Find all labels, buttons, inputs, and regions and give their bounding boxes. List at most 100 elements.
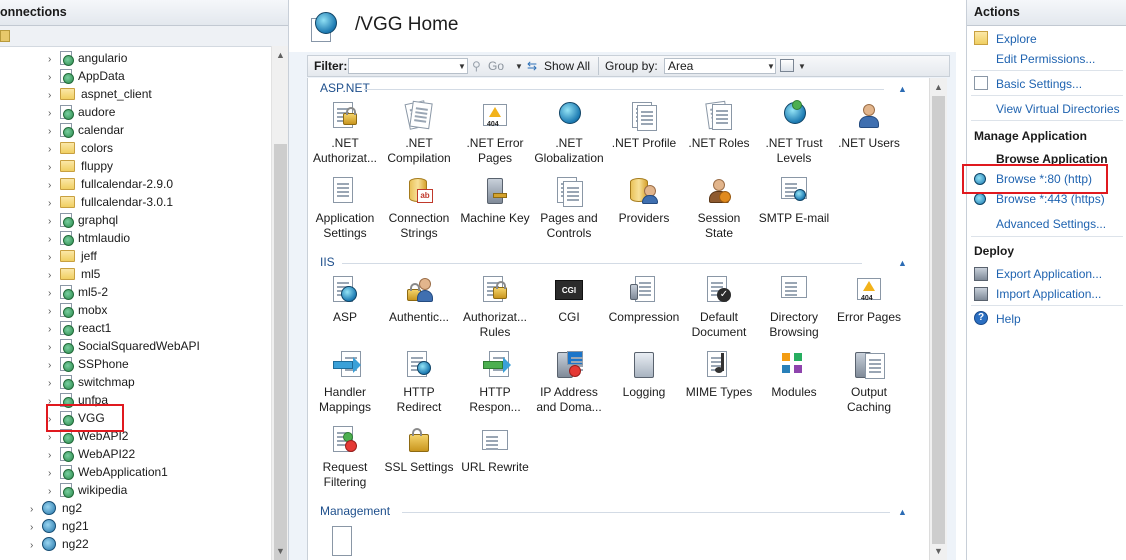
- collapse-management-icon[interactable]: ▲: [898, 507, 907, 517]
- tree-site-ng22[interactable]: › ng22: [30, 535, 89, 553]
- scroll-up-icon[interactable]: ▲: [934, 82, 943, 92]
- feature-application-settings[interactable]: Application Settings: [308, 175, 382, 241]
- connections-scrollbar[interactable]: ▲ ▼: [271, 46, 288, 560]
- section-management-title[interactable]: Management: [320, 504, 390, 518]
- feature-label: .NET Globalization: [534, 136, 604, 165]
- feature-net-roles[interactable]: .NET Roles: [682, 100, 756, 151]
- import-application-link[interactable]: Import Application...: [996, 287, 1101, 301]
- feature-net-authorizat[interactable]: .NET Authorizat...: [308, 100, 382, 166]
- feature-ip-address-and-doma[interactable]: IP Address and Doma...: [532, 349, 606, 415]
- globe-doc-icon: [60, 284, 74, 300]
- scroll-down-icon[interactable]: ▼: [934, 546, 943, 556]
- feature-net-error-pages[interactable]: .NET Error Pages: [458, 100, 532, 166]
- tree-node-fullcalendar-3-0-1[interactable]: › fullcalendar-3.0.1: [48, 193, 173, 211]
- folder-icon[interactable]: [0, 30, 10, 42]
- chevron-down-icon[interactable]: ▼: [767, 62, 775, 71]
- feature-smtp-e-mail[interactable]: SMTP E-mail: [757, 175, 831, 226]
- tree-node-fluppy[interactable]: › fluppy: [48, 157, 113, 175]
- tree-node-socialsquaredwebapi[interactable]: › SocialSquaredWebAPI: [48, 337, 200, 355]
- section-aspnet-title[interactable]: ASP.NET: [320, 81, 370, 95]
- scrollbar-thumb[interactable]: [274, 144, 287, 560]
- tree-site-ng2[interactable]: › ng2: [30, 499, 82, 517]
- tree-node-ml5[interactable]: › ml5: [48, 265, 100, 283]
- feature-label: SMTP E-mail: [758, 211, 830, 225]
- go-button[interactable]: Go: [488, 59, 504, 73]
- feature-asp[interactable]: ASP: [308, 274, 382, 325]
- feature-output-caching[interactable]: Output Caching: [832, 349, 906, 415]
- feature-session-state[interactable]: Session State: [682, 175, 756, 241]
- tree-node-ssphone[interactable]: › SSPhone: [48, 355, 129, 373]
- collapse-aspnet-icon[interactable]: ▲: [898, 84, 907, 94]
- chevron-down-icon[interactable]: ▼: [515, 62, 523, 71]
- chevron-down-icon[interactable]: ▼: [798, 62, 806, 71]
- tree-node-react1[interactable]: › react1: [48, 319, 111, 337]
- feature-authorizat-rules[interactable]: Authorizat... Rules: [458, 274, 532, 340]
- view-icon[interactable]: [780, 59, 794, 72]
- feature-default-document[interactable]: ✓ Default Document: [682, 274, 756, 340]
- feature-net-trust-levels[interactable]: .NET Trust Levels: [757, 100, 831, 166]
- feature-net-profile[interactable]: .NET Profile: [607, 100, 681, 151]
- management-feature-icon[interactable]: [332, 526, 352, 556]
- feature-directory-browsing[interactable]: Directory Browsing: [757, 274, 831, 340]
- scrollbar-thumb[interactable]: [932, 96, 945, 544]
- edit-permissions-link[interactable]: Edit Permissions...: [996, 52, 1095, 66]
- tree-node-calendar[interactable]: › calendar: [48, 121, 124, 139]
- tree-node-webapi22[interactable]: › WebAPI22: [48, 445, 135, 463]
- tree-node-webapplication1[interactable]: › WebApplication1: [48, 463, 168, 481]
- group-by-select[interactable]: Area: [664, 58, 776, 74]
- tree-node-htmlaudio[interactable]: › htmlaudio: [48, 229, 130, 247]
- feature-machine-key[interactable]: Machine Key: [458, 175, 532, 226]
- tree-node-label: ml5: [81, 267, 101, 281]
- feature-mime-types[interactable]: MIME Types: [682, 349, 756, 400]
- tree-node-ml5-2[interactable]: › ml5-2: [48, 283, 108, 301]
- feature-connection-strings[interactable]: ab Connection Strings: [382, 175, 456, 241]
- tree-node-aspnet-client[interactable]: › aspnet_client: [48, 85, 152, 103]
- tree-node-angulario[interactable]: › angulario: [48, 49, 127, 67]
- feature-request-filtering[interactable]: Request Filtering: [308, 424, 382, 490]
- feature-net-compilation[interactable]: .NET Compilation: [382, 100, 456, 166]
- scroll-up-icon[interactable]: ▲: [276, 50, 285, 60]
- features-scrollbar[interactable]: ▲ ▼: [929, 78, 947, 560]
- collapse-iis-icon[interactable]: ▲: [898, 258, 907, 268]
- section-iis-title[interactable]: IIS: [320, 255, 335, 269]
- tree-node-jeff[interactable]: › jeff: [48, 247, 97, 265]
- feature-providers[interactable]: Providers: [607, 175, 681, 226]
- help-link[interactable]: Help: [996, 312, 1021, 326]
- export-application-link[interactable]: Export Application...: [996, 267, 1102, 281]
- feature-handler-mappings[interactable]: Handler Mappings: [308, 349, 382, 415]
- explore-link[interactable]: Explore: [996, 32, 1037, 46]
- feature-cgi[interactable]: CGI CGI: [532, 274, 606, 325]
- feature-ssl-settings[interactable]: SSL Settings: [382, 424, 456, 475]
- feature-authentic[interactable]: Authentic...: [382, 274, 456, 325]
- feature-modules[interactable]: Modules: [757, 349, 831, 400]
- import-icon: [974, 287, 988, 301]
- basic-settings-link[interactable]: Basic Settings...: [996, 77, 1082, 91]
- tree-node-graphql[interactable]: › graphql: [48, 211, 118, 229]
- feature-error-pages[interactable]: Error Pages: [832, 274, 906, 325]
- feature-net-users[interactable]: .NET Users: [832, 100, 906, 151]
- advanced-settings-link[interactable]: Advanced Settings...: [996, 217, 1106, 231]
- scroll-down-icon[interactable]: ▼: [276, 546, 285, 556]
- feature-http-respon[interactable]: HTTP Respon...: [458, 349, 532, 415]
- feature-url-rewrite[interactable]: URL Rewrite: [458, 424, 532, 475]
- tree-node-audore[interactable]: › audore: [48, 103, 115, 121]
- feature-logging[interactable]: Logging: [607, 349, 681, 400]
- view-virtual-directories-link[interactable]: View Virtual Directories: [996, 102, 1120, 116]
- expand-arrow-icon[interactable]: ›: [30, 537, 42, 555]
- tree-node-mobx[interactable]: › mobx: [48, 301, 107, 319]
- feature-http-redirect[interactable]: HTTP Redirect: [382, 349, 456, 415]
- show-all-button[interactable]: Show All: [544, 59, 590, 73]
- tree-node-wikipedia[interactable]: › wikipedia: [48, 481, 127, 499]
- tree-node-appdata[interactable]: › AppData: [48, 67, 125, 85]
- feature-label: Machine Key: [460, 211, 530, 225]
- tree-node-fullcalendar-2-9-0[interactable]: › fullcalendar-2.9.0: [48, 175, 173, 193]
- tree-site-ng21[interactable]: › ng21: [30, 517, 89, 535]
- feature-compression[interactable]: Compression: [607, 274, 681, 325]
- feature-net-globalization[interactable]: .NET Globalization: [532, 100, 606, 166]
- tree-node-switchmap[interactable]: › switchmap: [48, 373, 135, 391]
- filter-input[interactable]: [348, 58, 468, 74]
- feature-pages-and-controls[interactable]: Pages and Controls: [532, 175, 606, 241]
- tree-node-colors[interactable]: › colors: [48, 139, 113, 157]
- chevron-down-icon[interactable]: ▼: [458, 62, 466, 71]
- browse-https-link[interactable]: Browse *:443 (https): [996, 192, 1105, 206]
